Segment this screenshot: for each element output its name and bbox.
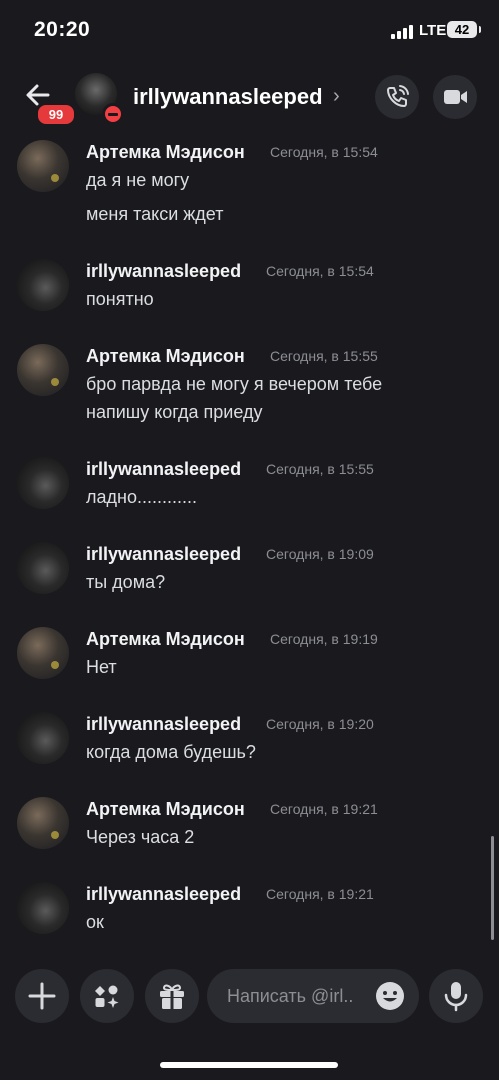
- avatar[interactable]: [17, 344, 69, 396]
- plus-icon: [28, 982, 56, 1010]
- signal-icon: [391, 25, 417, 39]
- message-text: Через часа 2: [86, 827, 195, 847]
- avatar[interactable]: [17, 797, 69, 849]
- message-text: да я не могу: [86, 170, 190, 190]
- message-text: ты дома?: [86, 572, 166, 592]
- message-author[interactable]: irllywannasleeped: [86, 884, 241, 905]
- message-text: ладно............: [86, 487, 197, 507]
- message-author[interactable]: irllywannasleeped: [86, 544, 241, 565]
- message-text: меня такси ждет: [86, 204, 224, 224]
- microphone-icon: [444, 982, 468, 1012]
- avatar[interactable]: [17, 627, 69, 679]
- message-author[interactable]: Артемка Мэдисон: [86, 142, 245, 163]
- channel-title[interactable]: irllywannasleeped: [133, 84, 323, 110]
- message-timestamp: Сегодня, в 19:09: [266, 546, 374, 562]
- avatar[interactable]: [17, 457, 69, 509]
- status-bar: 20:20 LTE 42: [0, 0, 499, 60]
- network-type: LTE: [419, 22, 447, 39]
- message-text: ок: [86, 912, 104, 932]
- message-timestamp: Сегодня, в 19:20: [266, 716, 374, 732]
- message-timestamp: Сегодня, в 15:55: [266, 461, 374, 477]
- avatar[interactable]: [17, 259, 69, 311]
- status-dnd-icon: [102, 103, 124, 125]
- apps-button[interactable]: [80, 969, 134, 1023]
- message-timestamp: Сегодня, в 19:21: [266, 886, 374, 902]
- video-camera-icon: [444, 90, 467, 104]
- avatar[interactable]: [17, 712, 69, 764]
- message-text: понятно: [86, 289, 154, 309]
- message-input-placeholder: Написать @irl..: [227, 986, 354, 1006]
- message-input[interactable]: Написать @irl..: [207, 969, 419, 1023]
- message-author[interactable]: irllywannasleeped: [86, 261, 241, 282]
- message-author[interactable]: Артемка Мэдисон: [86, 799, 245, 820]
- composer-bar: Написать @irl..: [0, 957, 499, 1037]
- message-text: бро парвда не могу я вечером тебе: [86, 374, 383, 394]
- message-timestamp: Сегодня, в 15:54: [266, 263, 374, 279]
- chat-header: irllywannasleeped ›: [0, 60, 499, 132]
- chevron-right-icon[interactable]: ›: [333, 85, 340, 108]
- message-text: когда дома будешь?: [86, 742, 256, 762]
- message-author[interactable]: Артемка Мэдисон: [86, 629, 245, 650]
- message-timestamp: Сегодня, в 15:55: [270, 348, 378, 364]
- emoji-icon: [376, 982, 404, 1010]
- scrollbar[interactable]: [491, 836, 494, 940]
- message-author[interactable]: Артемка Мэдисон: [86, 346, 245, 367]
- message-author[interactable]: irllywannasleeped: [86, 459, 241, 480]
- avatar[interactable]: [17, 542, 69, 594]
- message-text: Нет: [86, 657, 117, 677]
- status-time: 20:20: [34, 18, 91, 41]
- message-timestamp: Сегодня, в 19:21: [270, 801, 378, 817]
- emoji-button[interactable]: [374, 980, 406, 1012]
- apps-icon: [95, 985, 119, 1008]
- message-timestamp: Сегодня, в 19:19: [270, 631, 378, 647]
- voice-message-button[interactable]: [429, 969, 483, 1023]
- gift-icon: [160, 984, 184, 1009]
- battery-icon: 42: [447, 21, 481, 38]
- message-text: напишу когда приеду: [86, 402, 263, 422]
- message-list[interactable]: Артемка Мэдисон Сегодня, в 15:54 да я не…: [0, 132, 499, 957]
- voice-call-button[interactable]: [375, 75, 419, 119]
- unread-badge: 99: [36, 103, 76, 126]
- phone-icon: [387, 85, 409, 107]
- message-author[interactable]: irllywannasleeped: [86, 714, 241, 735]
- video-call-button[interactable]: [433, 75, 477, 119]
- avatar[interactable]: [17, 140, 69, 192]
- gift-button[interactable]: [145, 969, 199, 1023]
- avatar[interactable]: [17, 882, 69, 934]
- home-indicator[interactable]: [160, 1062, 338, 1068]
- message-timestamp: Сегодня, в 15:54: [270, 144, 378, 160]
- add-attachment-button[interactable]: [15, 969, 69, 1023]
